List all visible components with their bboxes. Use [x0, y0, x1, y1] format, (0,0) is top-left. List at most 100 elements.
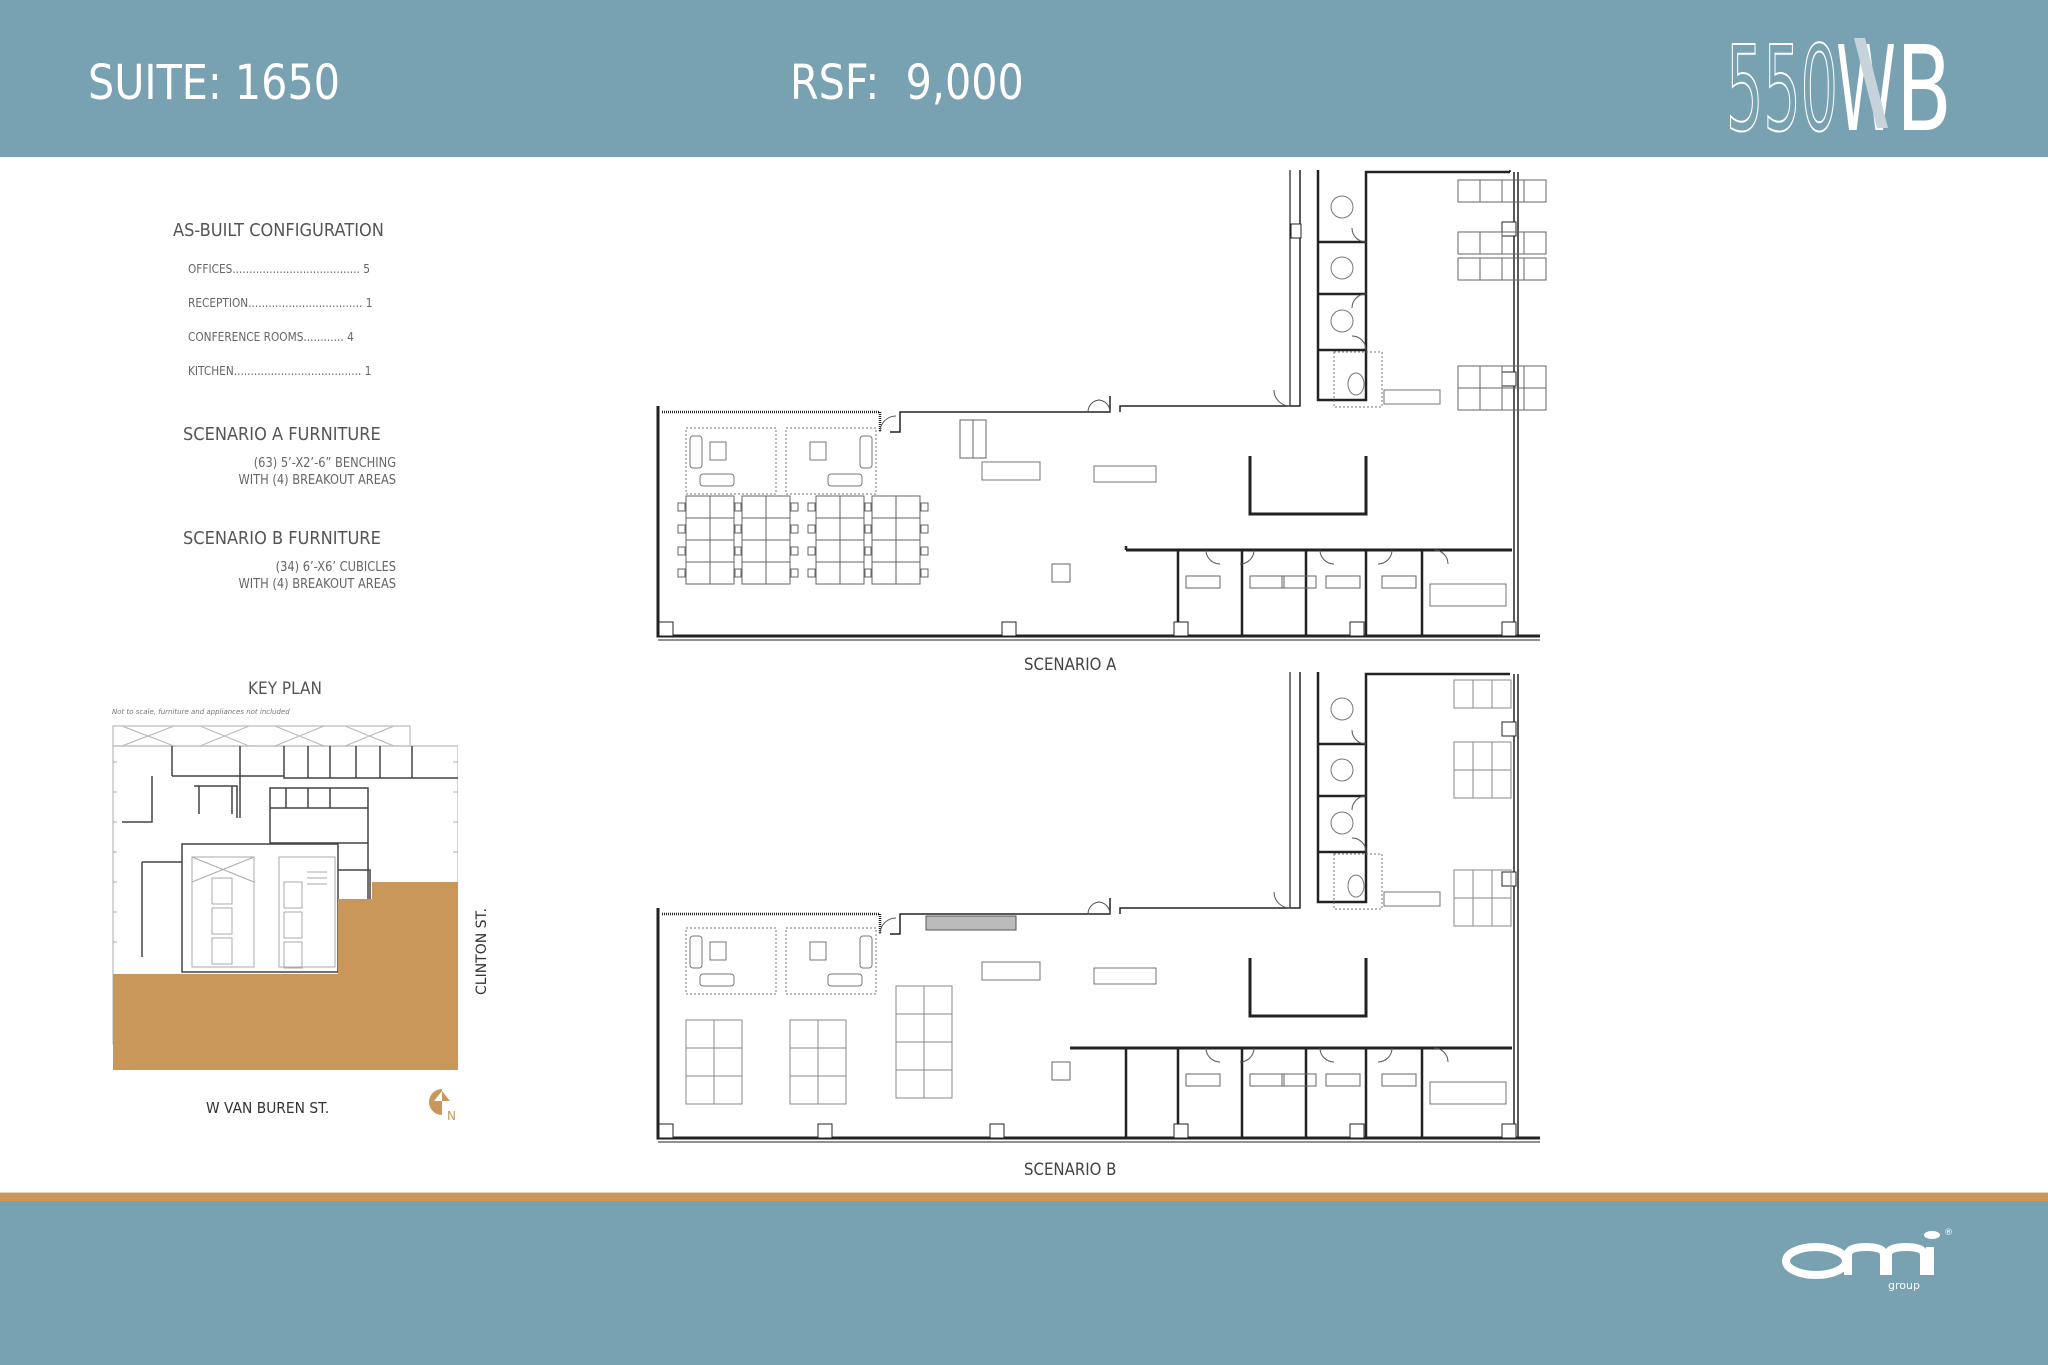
cubicle	[1491, 897, 1512, 927]
plan-b-private-offices	[1051, 1061, 1417, 1087]
bench-desk	[685, 561, 711, 585]
bench-desk	[972, 419, 987, 459]
bench-desk	[815, 495, 841, 519]
bench-desk	[895, 517, 921, 541]
scenario-a-line1: (63) 5’-X2’-6” BENCHING	[253, 456, 396, 471]
bench-desk	[709, 539, 735, 563]
north-arrow-icon: N	[429, 1089, 456, 1121]
cubicle	[713, 1075, 743, 1105]
row-label: KITCHEN.................................…	[188, 364, 362, 378]
plan-a-private-offices	[1051, 563, 1417, 589]
bench-chair	[790, 502, 799, 512]
scenario-a-line2: WITH (4) BREAKOUT AREAS	[238, 473, 396, 488]
row-label: OFFICES.................................…	[188, 262, 360, 276]
cubicle	[923, 1041, 953, 1071]
as-built-row-kitchen: KITCHEN.................................…	[188, 364, 371, 378]
cubicle	[685, 1019, 715, 1049]
bench-chair	[807, 502, 816, 512]
cubicle	[1453, 679, 1474, 709]
header-bar: SUITE: 1650 RSF: 9,000 550 W B	[0, 0, 2048, 157]
onni-group-logo: ® group	[1782, 1228, 1953, 1292]
bench-desk	[1523, 387, 1547, 411]
bench-chair	[677, 568, 686, 578]
logo-o-shape	[1782, 1243, 1850, 1279]
cubicle	[789, 1047, 819, 1077]
bench-desk	[815, 561, 841, 585]
scenario-b-line1: (34) 6’-X6’ CUBICLES	[275, 560, 396, 575]
plan-a-columns	[658, 221, 1517, 637]
bench-desk	[709, 517, 735, 541]
cubicle	[923, 1013, 953, 1043]
plan-b-lounges	[685, 853, 1383, 995]
scenario-b-furniture-desc: (34) 6’-X6’ CUBICLES WITH (4) BREAKOUT A…	[238, 559, 396, 593]
suite-highlight-area	[113, 882, 458, 1070]
bench-desk	[741, 539, 767, 563]
cubicle	[713, 1047, 743, 1077]
cubicle	[1472, 897, 1493, 927]
north-label: N	[447, 1109, 456, 1121]
bench-desk	[895, 561, 921, 585]
cubicle	[713, 1019, 743, 1049]
cubicle	[1472, 741, 1493, 771]
scenario-b-furniture-title: SCENARIO B FURNITURE	[183, 528, 381, 549]
logo-550-text: 550	[1726, 30, 1838, 140]
scenario-a-furniture-title: SCENARIO A FURNITURE	[183, 424, 381, 445]
logo-dot	[1924, 1231, 1940, 1239]
cubicle	[1491, 769, 1512, 799]
cubicle	[685, 1075, 715, 1105]
bench-chair	[920, 568, 929, 578]
bench-desk	[1501, 257, 1525, 281]
bench-chair	[677, 524, 686, 534]
bench-desk	[815, 517, 841, 541]
cubicle	[1453, 769, 1474, 799]
key-plan-map	[112, 725, 458, 1070]
bench-desk	[1501, 387, 1525, 411]
row-label: RECEPTION...............................…	[188, 296, 363, 310]
bench-desk	[765, 539, 791, 563]
bench-desk	[1479, 387, 1503, 411]
bench-desk	[871, 539, 897, 563]
bench-desk	[685, 517, 711, 541]
plan-b-columns	[658, 721, 1517, 1139]
key-plan-core	[191, 856, 336, 969]
row-value: 4	[347, 330, 354, 344]
bench-desk	[765, 495, 791, 519]
bench-desk	[1479, 231, 1503, 255]
row-label: CONFERENCE ROOMS............	[188, 330, 344, 344]
bench-chair	[677, 546, 686, 556]
bench-desk	[765, 517, 791, 541]
bench-chair	[807, 546, 816, 556]
bench-desk	[1479, 179, 1503, 203]
cubicle	[817, 1047, 847, 1077]
bench-desk	[839, 517, 865, 541]
registered-mark: ®	[1944, 1228, 1953, 1238]
bench-desk	[839, 495, 865, 519]
bench-desk	[839, 539, 865, 563]
cubicle	[895, 1041, 925, 1071]
cubicle	[685, 1047, 715, 1077]
cubicle	[1491, 741, 1512, 771]
bench-desk	[709, 495, 735, 519]
scenario-b-label: SCENARIO B	[1024, 1160, 1117, 1180]
bench-desk	[1457, 257, 1481, 281]
bench-desk	[1479, 365, 1503, 389]
bench-desk	[709, 561, 735, 585]
cubicle	[1453, 897, 1474, 927]
cubicle	[789, 1019, 819, 1049]
as-built-title: AS-BUILT CONFIGURATION	[173, 220, 384, 241]
bench-desk	[1457, 179, 1481, 203]
bench-chair	[807, 568, 816, 578]
cubicle	[923, 1069, 953, 1099]
bench-chair	[920, 502, 929, 512]
logo-nni-shape	[1844, 1242, 1934, 1275]
bench-desk	[895, 539, 921, 563]
bench-desk	[1523, 231, 1547, 255]
bench-desk	[1523, 179, 1547, 203]
rentable-square-feet: RSF: 9,000	[790, 55, 1024, 111]
as-built-row-conference: CONFERENCE ROOMS............ 4	[188, 330, 354, 344]
street-label-clinton: CLINTON ST.	[474, 908, 490, 995]
cubicle	[817, 1019, 847, 1049]
bench-chair	[807, 524, 816, 534]
bench-desk	[1457, 387, 1481, 411]
cubicle	[895, 985, 925, 1015]
